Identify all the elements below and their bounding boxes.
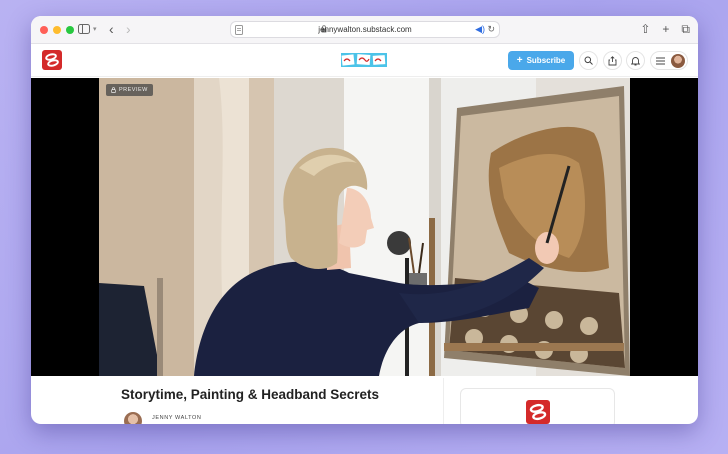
forward-button[interactable]: › [126,21,131,37]
notifications-button[interactable] [626,51,645,70]
reload-icon[interactable]: ↻ [487,24,495,35]
chevron-down-icon[interactable]: ▾ [93,25,97,33]
lock-icon [111,87,116,93]
browser-window: ▾ ‹ › jennywalton.substack.com ◀) ↻ ⇧ + … [31,16,698,424]
video-player[interactable]: PREVIEW [31,78,698,376]
publication-card-logo[interactable] [526,400,550,424]
browser-actions: ⇧ + ⧉ [640,22,690,36]
minimize-window-button[interactable] [53,26,61,34]
author-avatar[interactable] [124,412,142,424]
url-text: jennywalton.substack.com [318,25,412,34]
share-icon [608,55,617,65]
user-avatar[interactable] [671,54,685,68]
address-bar[interactable]: jennywalton.substack.com ◀) ↻ [230,21,500,38]
video-frame[interactable]: PREVIEW [99,78,630,376]
search-icon [584,56,593,65]
menu-icon [656,57,665,65]
video-still-image [99,78,630,376]
preview-badge: PREVIEW [106,84,153,96]
tab-overview-icon[interactable]: ⧉ [681,22,690,36]
account-menu-button[interactable] [650,51,688,70]
column-divider [443,378,444,424]
share-button[interactable] [603,51,622,70]
zoom-window-button[interactable] [66,26,74,34]
back-button[interactable]: ‹ [109,21,114,37]
speaker-icon[interactable]: ◀) [475,24,485,35]
plus-icon: + [516,55,523,66]
publication-logo[interactable] [42,50,62,70]
bell-icon [631,56,640,65]
author-name[interactable]: JENNY WALTON [152,415,201,421]
publication-wordmark[interactable] [341,53,387,67]
publication-card [460,388,615,424]
browser-toolbar: ▾ ‹ › jennywalton.substack.com ◀) ↻ ⇧ + … [31,16,698,44]
subscribe-button[interactable]: + Subscribe [508,51,574,70]
search-button[interactable] [579,51,598,70]
new-tab-icon[interactable]: + [662,22,669,36]
share-icon[interactable]: ⇧ [640,22,650,36]
preview-label: PREVIEW [119,87,148,93]
site-header: + Subscribe [31,44,698,77]
subscribe-label: Subscribe [526,56,566,65]
window-controls [40,26,74,34]
sidebar-toggle-icon[interactable] [78,24,90,34]
close-window-button[interactable] [40,26,48,34]
post-title: Storytime, Painting & Headband Secrets [121,387,380,402]
